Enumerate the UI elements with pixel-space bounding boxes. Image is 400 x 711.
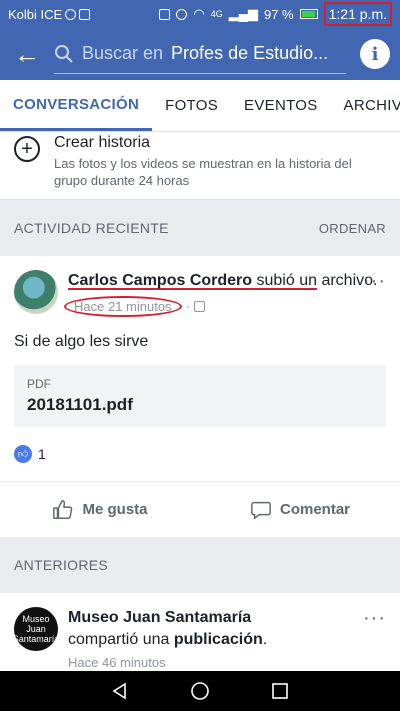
home-nav-icon[interactable] bbox=[185, 676, 215, 706]
system-nav-bar bbox=[0, 671, 400, 711]
like-count: 1 bbox=[38, 446, 46, 462]
carrier: Kolbi ICE bbox=[8, 6, 91, 22]
comment-button[interactable]: Comentar bbox=[200, 482, 400, 537]
post-meta: Hace 21 minutos · bbox=[64, 296, 377, 317]
file-type: PDF bbox=[27, 377, 51, 391]
app-bar: ← Buscar en Profes de Estudio... i bbox=[0, 28, 400, 80]
create-story-title: Crear historia bbox=[54, 134, 151, 151]
search-icon bbox=[55, 44, 73, 63]
author-name-2[interactable]: Museo Juan Santamaría bbox=[68, 609, 251, 626]
more-icon[interactable]: ··· bbox=[363, 270, 386, 293]
post2-action-object[interactable]: publicación bbox=[174, 631, 263, 648]
group-privacy-icon bbox=[193, 301, 205, 312]
battery-label: 97 % bbox=[263, 6, 294, 22]
whatsapp-icon bbox=[65, 8, 77, 20]
reactions[interactable]: 👍︎ 1 bbox=[0, 427, 400, 463]
arrow-left-icon[interactable]: ← bbox=[14, 41, 40, 67]
file-attachment[interactable]: PDF 20181101.pdf bbox=[14, 365, 386, 427]
like-label: Me gusta bbox=[82, 501, 148, 518]
tab-conversacion[interactable]: CONVERSACIÓN bbox=[0, 80, 153, 131]
avatar[interactable] bbox=[14, 270, 58, 314]
author-name[interactable]: Carlos Campos Cordero bbox=[68, 272, 252, 289]
post-header: Carlos Campos Cordero subió un archivo. … bbox=[0, 270, 400, 317]
clock: 1:21 p.m. bbox=[323, 2, 392, 26]
group-name: Profes de Estudio... bbox=[171, 43, 329, 63]
post2-time[interactable]: Hace 46 minutos bbox=[68, 655, 166, 670]
wifi-icon: ◠ bbox=[193, 6, 205, 21]
create-story-subtitle: Las fotos y los videos se muestran en la… bbox=[54, 156, 352, 188]
comment-icon bbox=[251, 501, 271, 519]
post-time[interactable]: Hace 21 minutos bbox=[64, 296, 182, 317]
alarm-icon bbox=[176, 8, 188, 20]
outlook-icon bbox=[79, 8, 91, 20]
carrier-label: Kolbi ICE bbox=[8, 6, 63, 22]
network-label: 4G bbox=[210, 9, 223, 19]
signal-icon: ▂▄▆ bbox=[228, 6, 258, 21]
post-text: Si de algo les sirve bbox=[14, 333, 149, 350]
battery-icon bbox=[299, 9, 318, 19]
more-icon-2[interactable]: ··· bbox=[363, 607, 386, 630]
info-icon[interactable]: i bbox=[360, 39, 390, 69]
tab-bar: CONVERSACIÓN FOTOS EVENTOS ARCHIVOS bbox=[0, 80, 400, 132]
screen: Kolbi ICE ◠ 4G ▂▄▆ 97 % 1:21 p.m. ← Busc… bbox=[0, 0, 400, 711]
file-name: 20181101.pdf bbox=[27, 395, 133, 414]
back-nav-icon[interactable] bbox=[105, 676, 135, 706]
post-action-part1: subió un bbox=[256, 272, 318, 289]
order-button[interactable]: ORDENAR bbox=[319, 221, 386, 236]
older-title: ANTERIORES bbox=[14, 557, 109, 573]
post-author-line: Carlos Campos Cordero subió un archivo. bbox=[68, 270, 377, 292]
status-right: ◠ 4G ▂▄▆ 97 % 1:21 p.m. bbox=[159, 2, 392, 26]
tab-fotos[interactable]: FOTOS bbox=[152, 80, 231, 131]
status-bar: Kolbi ICE ◠ 4G ▂▄▆ 97 % 1:21 p.m. bbox=[0, 0, 400, 28]
post-actions: Me gusta Comentar bbox=[0, 481, 400, 537]
comment-label: Comentar bbox=[279, 501, 350, 518]
search-placeholder: Buscar en bbox=[82, 43, 164, 63]
search-input[interactable]: Buscar en Profes de Estudio... bbox=[54, 34, 346, 74]
post2-meta: Hace 46 minutos bbox=[68, 655, 267, 670]
plus-icon: + bbox=[14, 136, 40, 162]
post-card: Carlos Campos Cordero subió un archivo. … bbox=[0, 256, 400, 537]
post2-action: compartió una bbox=[68, 631, 170, 648]
like-reaction-icon: 👍︎ bbox=[14, 445, 32, 463]
post2-author-line: Museo Juan Santamaría compartió una publ… bbox=[68, 609, 268, 648]
avatar-2[interactable]: Museo Juan Santamaría bbox=[13, 607, 59, 651]
older-header: ANTERIORES bbox=[0, 537, 400, 593]
recent-activity-header: ACTIVIDAD RECIENTE ORDENAR bbox=[0, 200, 400, 256]
recent-activity-title: ACTIVIDAD RECIENTE bbox=[14, 220, 169, 236]
tab-archivos[interactable]: ARCHIVOS bbox=[331, 80, 400, 131]
create-story[interactable]: + Crear historia Las fotos y los videos … bbox=[0, 132, 400, 200]
recents-nav-icon[interactable] bbox=[265, 676, 295, 706]
tab-eventos[interactable]: EVENTOS bbox=[231, 80, 331, 131]
like-button[interactable]: Me gusta bbox=[0, 482, 200, 537]
vibrate-icon bbox=[159, 8, 171, 20]
thumbs-up-icon bbox=[53, 499, 73, 519]
